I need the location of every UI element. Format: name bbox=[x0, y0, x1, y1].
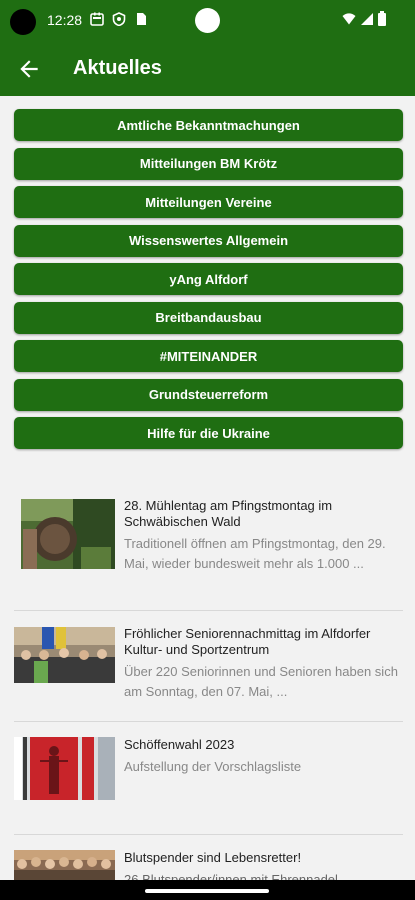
category-button-yang-alfdorf[interactable]: yAng Alfdorf bbox=[14, 263, 403, 295]
calendar-icon bbox=[90, 12, 104, 26]
category-button-breitbandausbau[interactable]: Breitbandausbau bbox=[14, 301, 403, 334]
news-title: 28. Mühlentag am Pfingstmontag im Schwäb… bbox=[124, 498, 333, 529]
news-title: Schöffenwahl 2023 bbox=[124, 737, 235, 752]
news-excerpt: Über 220 Seniorinnen und Senioren haben … bbox=[124, 664, 398, 699]
category-button-mitteilungen-vereine[interactable]: Mitteilungen Vereine bbox=[14, 186, 403, 218]
news-excerpt: Traditionell öffnen am Pfingstmontag, de… bbox=[124, 536, 386, 571]
news-item[interactable]: Fröhlicher Seniorennachmittag im Alfdorf… bbox=[14, 611, 403, 722]
category-button-grundsteuerreform[interactable]: Grundsteuerreform bbox=[14, 378, 403, 411]
category-button-mitteilungen-bm[interactable]: Mitteilungen BM Krötz bbox=[14, 147, 403, 180]
category-buttons: Amtliche Bekanntmachungen Mitteilungen B… bbox=[14, 109, 403, 456]
signal-icon bbox=[361, 13, 373, 25]
front-camera bbox=[195, 8, 220, 33]
app-bar: Aktuelles bbox=[0, 40, 415, 96]
sim-card-icon bbox=[137, 13, 146, 25]
wifi-icon bbox=[342, 13, 356, 25]
news-thumbnail bbox=[14, 627, 115, 683]
news-list: 28. Mühlentag am Pfingstmontag im Schwäb… bbox=[14, 490, 403, 900]
camera-cutout bbox=[10, 9, 36, 35]
category-button-miteinander[interactable]: #MITEINANDER bbox=[14, 340, 403, 372]
status-time: 12:28 bbox=[47, 12, 83, 28]
news-text: Fröhlicher Seniorennachmittag im Alfdorf… bbox=[124, 626, 403, 702]
vpn-icon bbox=[112, 12, 126, 26]
news-text: Schöffenwahl 2023 Aufstellung der Vorsch… bbox=[124, 737, 403, 777]
page-title: Aktuelles bbox=[73, 57, 162, 79]
news-text: 28. Mühlentag am Pfingstmontag im Schwäb… bbox=[124, 498, 403, 574]
home-gesture-handle[interactable] bbox=[145, 889, 269, 893]
news-title: Fröhlicher Seniorennachmittag im Alfdorf… bbox=[124, 626, 371, 657]
news-item[interactable]: 28. Mühlentag am Pfingstmontag im Schwäb… bbox=[14, 490, 403, 611]
category-button-wissenswertes[interactable]: Wissenswertes Allgemein bbox=[14, 224, 403, 257]
battery-icon bbox=[378, 11, 386, 26]
category-button-ukraine-hilfe[interactable]: Hilfe für die Ukraine bbox=[14, 417, 403, 449]
news-thumbnail bbox=[14, 737, 115, 800]
arrow-left-icon[interactable] bbox=[16, 56, 42, 82]
news-item[interactable]: Schöffenwahl 2023 Aufstellung der Vorsch… bbox=[14, 722, 403, 835]
news-thumbnail bbox=[21, 499, 115, 569]
news-excerpt: Aufstellung der Vorschlagsliste bbox=[124, 759, 302, 774]
status-bar: 12:28 bbox=[0, 0, 415, 40]
news-title: Blutspender sind Lebensretter! bbox=[124, 850, 302, 865]
category-button-amtliche-bekanntmachungen[interactable]: Amtliche Bekanntmachungen bbox=[14, 109, 403, 141]
